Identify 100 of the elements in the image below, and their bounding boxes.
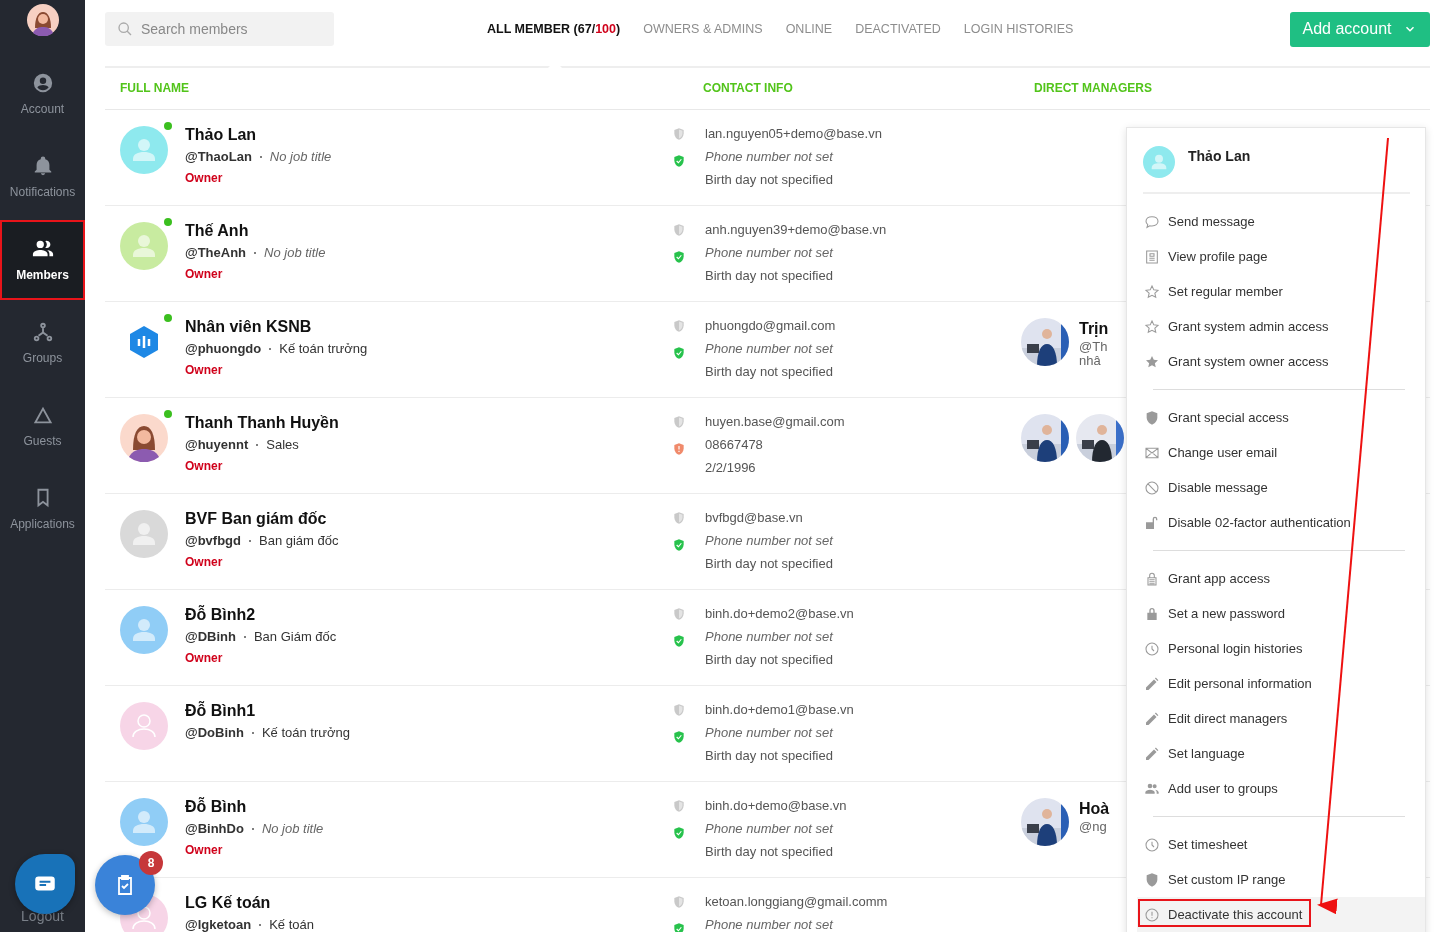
- role-label: Owner: [185, 651, 224, 665]
- avatar: [1143, 146, 1175, 178]
- star-outline-icon: [1144, 283, 1160, 300]
- shield-icon: [672, 127, 686, 141]
- job-title: No job title: [269, 149, 332, 164]
- email-text: anh.nguyen39+demo@base.vn: [705, 222, 888, 238]
- filter-tab[interactable]: ALL MEMBER (67/100): [487, 22, 621, 36]
- birthday-text: Birth day not specified: [705, 556, 834, 572]
- role-label: Owner: [185, 459, 224, 473]
- clock-icon: [1144, 836, 1160, 853]
- member-name[interactable]: LG Kế toán: [185, 892, 655, 914]
- menu-item[interactable]: Disable 02-factor authentication: [1144, 505, 1405, 540]
- logout-link[interactable]: Logout: [21, 908, 64, 924]
- menu-item[interactable]: Change user email: [1144, 435, 1405, 470]
- menu-item[interactable]: Set custom IP range: [1137, 862, 1425, 897]
- menu-item[interactable]: Grant system owner access: [1144, 344, 1405, 379]
- phone-text: Phone number not set: [705, 917, 835, 932]
- menu-item[interactable]: Edit personal information: [1144, 666, 1405, 701]
- menu-item[interactable]: Set timesheet: [1137, 827, 1425, 862]
- menu-item[interactable]: View profile page: [1144, 239, 1405, 274]
- padlock-icon: [1144, 605, 1160, 622]
- member-name[interactable]: Nhân viên KSNB: [185, 316, 655, 338]
- member-name[interactable]: Thế Anh: [185, 220, 655, 242]
- shield-icon: [672, 703, 686, 717]
- job-title: Kế toán: [269, 917, 314, 932]
- member-name[interactable]: Đỗ Bình1: [185, 700, 655, 722]
- menu-item[interactable]: Edit direct managers: [1144, 701, 1405, 736]
- birthday-text: Birth day not specified: [705, 652, 834, 668]
- sidebar-item[interactable]: Groups: [0, 303, 85, 383]
- email-text: binh.do+demo1@base.vn: [705, 702, 855, 718]
- email-text: ketoan.longgiang@gmail.comm: [705, 894, 889, 910]
- member-name[interactable]: BVF Ban giám đốc: [185, 508, 655, 530]
- email-text: phuongdo@gmail.com: [705, 318, 837, 334]
- sidebar-item[interactable]: Account: [0, 54, 85, 134]
- menu-user-name: Thảo Lan: [1188, 148, 1251, 164]
- task-button[interactable]: [95, 855, 155, 915]
- column-header: CONTACT INFO: [703, 81, 793, 95]
- sidebar-item[interactable]: Notifications: [0, 137, 85, 217]
- shield-icon: [1144, 409, 1160, 426]
- manager-handle: @ng: [1079, 820, 1108, 834]
- user-avatar[interactable]: [26, 4, 59, 36]
- phone-text: Phone number not set: [705, 341, 835, 357]
- menu-item[interactable]: Disable message: [1144, 470, 1405, 505]
- member-name[interactable]: Đỗ Bình: [185, 796, 655, 818]
- job-title: No job title: [261, 821, 324, 836]
- member-name[interactable]: Thanh Thanh Huyền: [185, 412, 655, 434]
- email-text: lan.nguyen05+demo@base.vn: [705, 126, 883, 142]
- menu-item[interactable]: Set a new password: [1144, 596, 1405, 631]
- birthday-text: Birth day not specified: [705, 748, 834, 764]
- menu-item[interactable]: Grant app access: [1144, 561, 1405, 596]
- sidebar-item[interactable]: Guests: [0, 386, 85, 466]
- menu-item[interactable]: Grant system admin access: [1144, 309, 1405, 344]
- manager-name[interactable]: Trịn: [1079, 318, 1109, 340]
- member-handle: @phuongdo: [185, 341, 262, 356]
- sidebar-item[interactable]: Applications: [0, 469, 85, 549]
- menu-item[interactable]: Deactivate this account: [1137, 897, 1425, 932]
- shield-icon: [672, 511, 686, 525]
- job-title: Sales: [266, 437, 299, 452]
- phone-text: Phone number not set: [705, 149, 835, 165]
- birthday-text: Birth day not specified: [705, 364, 834, 380]
- birthday-text: Birth day not specified: [705, 268, 834, 284]
- menu-item[interactable]: Set language: [1144, 736, 1405, 771]
- shield-icon: [672, 799, 686, 813]
- manager-name[interactable]: Hoà: [1079, 798, 1110, 820]
- pencil-icon: [1144, 675, 1160, 692]
- column-header: DIRECT MANAGERS: [1034, 81, 1152, 95]
- member-handle: @DoBinh: [185, 725, 244, 740]
- job-title: Ban giám đốc: [259, 533, 339, 548]
- padlock-icon: [1144, 570, 1160, 587]
- menu-item[interactable]: Personal login histories: [1144, 631, 1405, 666]
- shield-icon: [672, 319, 686, 333]
- member-name[interactable]: Đỗ Bình2: [185, 604, 655, 626]
- menu-item[interactable]: Grant special access: [1144, 400, 1405, 435]
- birthday-text: 2/2/1996: [705, 460, 757, 476]
- member-handle: @lgketoan: [185, 917, 252, 932]
- menu-item[interactable]: Add user to groups: [1144, 771, 1405, 806]
- role-label: Owner: [185, 267, 224, 281]
- account-icon: [31, 72, 54, 94]
- shield-icon: [672, 223, 686, 237]
- menu-item[interactable]: Send message: [1144, 204, 1405, 239]
- job-title: Kế toán trưởng: [261, 725, 350, 740]
- email-text: binh.do+demo@base.vn: [705, 798, 848, 814]
- member-name[interactable]: Thảo Lan: [185, 124, 655, 146]
- birthday-text: Birth day not specified: [705, 172, 834, 188]
- member-handle: @DBinh: [185, 629, 236, 644]
- unlocked-padlock-icon: [1144, 514, 1160, 531]
- search-field[interactable]: Search members: [105, 12, 334, 46]
- column-header: FULL NAME: [120, 81, 190, 95]
- block-icon: [1144, 479, 1160, 496]
- alert-icon: [1144, 906, 1160, 923]
- email-text: binh.do+demo2@base.vn: [705, 606, 855, 622]
- job-title: Ban Giám đốc: [253, 629, 337, 644]
- star-outline-icon: [1144, 318, 1160, 335]
- birthday-text: Birth day not specified: [705, 844, 834, 860]
- job-title: Kế toán trưởng: [279, 341, 368, 356]
- sidebar-item[interactable]: Members: [0, 220, 85, 300]
- shield-icon: [672, 415, 686, 429]
- speech-bubble-icon: [1144, 213, 1160, 230]
- phone-text: Phone number not set: [705, 821, 835, 837]
- menu-item[interactable]: Set regular member: [1144, 274, 1405, 309]
